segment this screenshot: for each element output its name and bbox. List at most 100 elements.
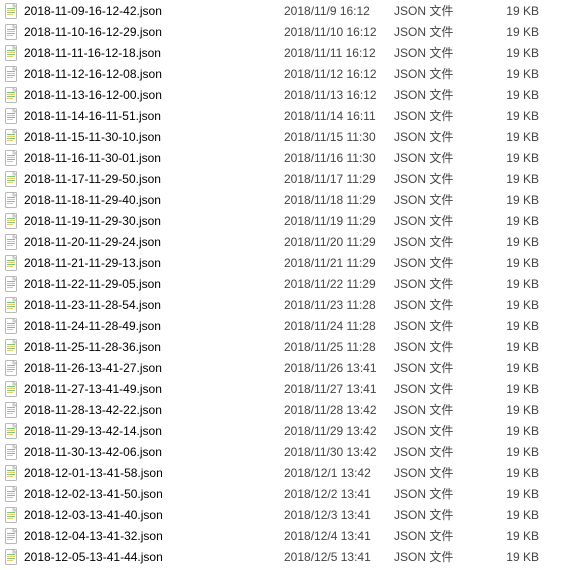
file-name: 2018-11-29-13-42-14.json — [24, 424, 162, 438]
file-row[interactable]: 2018-11-21-11-29-13.json2018/11/21 11:29… — [0, 252, 587, 273]
file-name: 2018-11-26-13-41-27.json — [24, 361, 162, 375]
file-name: 2018-11-20-11-29-24.json — [24, 235, 161, 249]
file-name-cell[interactable]: 2018-11-09-16-12-42.json — [4, 3, 284, 19]
json-file-icon — [4, 423, 20, 439]
file-name-cell[interactable]: 2018-11-19-11-29-30.json — [4, 213, 284, 229]
file-name-cell[interactable]: 2018-12-03-13-41-40.json — [4, 507, 284, 523]
file-row[interactable]: 2018-11-23-11-28-54.json2018/11/23 11:28… — [0, 294, 587, 315]
file-row[interactable]: 2018-11-26-13-41-27.json 2018/11/26 13:41… — [0, 357, 587, 378]
file-name: 2018-11-17-11-29-50.json — [24, 172, 161, 186]
file-name: 2018-12-02-13-41-50.json — [24, 487, 163, 501]
file-name-cell[interactable]: 2018-11-10-16-12-29.json — [4, 24, 284, 40]
file-date: 2018/11/12 16:12 — [284, 67, 394, 81]
file-row[interactable]: 2018-11-14-16-11-51.json2018/11/14 16:11… — [0, 105, 587, 126]
file-size: 19 KB — [489, 277, 549, 291]
file-row[interactable]: 2018-11-28-13-42-22.json2018/11/28 13:42… — [0, 399, 587, 420]
file-size: 19 KB — [489, 508, 549, 522]
file-name-cell[interactable]: 2018-11-20-11-29-24.json — [4, 234, 284, 250]
json-file-icon — [4, 318, 20, 334]
file-row[interactable]: 2018-11-11-16-12-18.json2018/11/11 16:12… — [0, 42, 587, 63]
file-row[interactable]: 2018-11-24-11-28-49.json2018/11/24 11:28… — [0, 315, 587, 336]
file-name: 2018-11-09-16-12-42.json — [24, 4, 162, 18]
file-name-cell[interactable]: 2018-11-11-16-12-18.json — [4, 45, 284, 61]
json-file-icon — [4, 276, 20, 292]
file-row[interactable]: 2018-11-22-11-29-05.json2018/11/22 11:29… — [0, 273, 587, 294]
file-name: 2018-11-23-11-28-54.json — [24, 298, 161, 312]
file-row[interactable]: 2018-11-29-13-42-14.json 2018/11/29 13:42… — [0, 420, 587, 441]
file-name-cell[interactable]: 2018-11-17-11-29-50.json — [4, 171, 284, 187]
file-name-cell[interactable]: 2018-11-25-11-28-36.json — [4, 339, 284, 355]
file-row[interactable]: 2018-11-27-13-41-49.json2018/11/27 13:41… — [0, 378, 587, 399]
file-name-cell[interactable]: 2018-11-30-13-42-06.json — [4, 444, 284, 460]
file-name-cell[interactable]: 2018-11-22-11-29-05.json — [4, 276, 284, 292]
file-name-cell[interactable]: 2018-11-21-11-29-13.json — [4, 255, 284, 271]
json-file-icon — [4, 507, 20, 523]
file-date: 2018/11/11 16:12 — [284, 46, 394, 60]
file-size: 19 KB — [489, 235, 549, 249]
file-type: JSON 文件 — [394, 44, 489, 61]
file-name: 2018-11-19-11-29-30.json — [24, 214, 161, 228]
file-row[interactable]: 2018-12-04-13-41-32.json2018/12/4 13:41J… — [0, 525, 587, 546]
file-date: 2018/12/3 13:41 — [284, 508, 394, 522]
file-row[interactable]: 2018-12-01-13-41-58.json2018/12/1 13:42J… — [0, 462, 587, 483]
json-file-icon — [4, 213, 20, 229]
file-name-cell[interactable]: 2018-11-18-11-29-40.json — [4, 192, 284, 208]
file-size: 19 KB — [489, 256, 549, 270]
file-row[interactable]: 2018-11-13-16-12-00.json 2018/11/13 16:12… — [0, 84, 587, 105]
file-name: 2018-11-10-16-12-29.json — [24, 25, 162, 39]
file-row[interactable]: 2018-11-16-11-30-01.json2018/11/16 11:30… — [0, 147, 587, 168]
file-name: 2018-11-24-11-28-49.json — [24, 319, 161, 333]
file-row[interactable]: 2018-11-20-11-29-24.json2018/11/20 11:29… — [0, 231, 587, 252]
file-name: 2018-11-13-16-12-00.json — [24, 88, 162, 102]
file-size: 19 KB — [489, 25, 549, 39]
file-date: 2018/11/26 13:41 — [284, 361, 394, 375]
file-date: 2018/11/21 11:29 — [284, 256, 394, 270]
file-date: 2018/11/29 13:42 — [284, 424, 394, 438]
file-name-cell[interactable]: 2018-11-13-16-12-00.json — [4, 87, 284, 103]
file-name-cell[interactable]: 2018-11-27-13-41-49.json — [4, 381, 284, 397]
json-file-icon — [4, 234, 20, 250]
file-row[interactable]: 2018-11-30-13-42-06.json2018/11/30 13:42… — [0, 441, 587, 462]
file-name-cell[interactable]: 2018-11-26-13-41-27.json — [4, 360, 284, 376]
file-row[interactable]: 2018-11-19-11-29-30.json2018/11/19 11:29… — [0, 210, 587, 231]
file-size: 19 KB — [489, 361, 549, 375]
file-name-cell[interactable]: 2018-11-28-13-42-22.json — [4, 402, 284, 418]
file-row[interactable]: 2018-12-05-13-41-44.json2018/12/5 13:41J… — [0, 546, 587, 567]
file-type: JSON 文件 — [394, 380, 489, 397]
file-size: 19 KB — [489, 67, 549, 81]
file-row[interactable]: 2018-11-17-11-29-50.json2018/11/17 11:29… — [0, 168, 587, 189]
file-row[interactable]: 2018-11-09-16-12-42.json2018/11/9 16:12J… — [0, 0, 587, 21]
file-date: 2018/11/10 16:12 — [284, 25, 394, 39]
file-date: 2018/11/13 16:12 — [284, 88, 394, 102]
file-row[interactable]: 2018-12-03-13-41-40.json2018/12/3 13:41J… — [0, 504, 587, 525]
file-name-cell[interactable]: 2018-11-16-11-30-01.json — [4, 150, 284, 166]
file-row[interactable]: 2018-11-18-11-29-40.json2018/11/18 11:29… — [0, 189, 587, 210]
file-name-cell[interactable]: 2018-11-29-13-42-14.json — [4, 423, 284, 439]
file-name: 2018-12-01-13-41-58.json — [24, 466, 163, 480]
file-name: 2018-12-04-13-41-32.json — [24, 529, 163, 543]
file-name-cell[interactable]: 2018-11-14-16-11-51.json — [4, 108, 284, 124]
file-name-cell[interactable]: 2018-12-05-13-41-44.json — [4, 549, 284, 565]
file-name-cell[interactable]: 2018-11-23-11-28-54.json — [4, 297, 284, 313]
file-name: 2018-11-15-11-30-10.json — [24, 130, 161, 144]
file-size: 19 KB — [489, 340, 549, 354]
file-row[interactable]: 2018-11-15-11-30-10.json2018/11/15 11:30… — [0, 126, 587, 147]
file-name-cell[interactable]: 2018-12-02-13-41-50.json — [4, 486, 284, 502]
file-type: JSON 文件 — [394, 527, 489, 544]
file-type: JSON 文件 — [394, 23, 489, 40]
file-size: 19 KB — [489, 214, 549, 228]
file-row[interactable]: 2018-11-12-16-12-08.json2018/11/12 16:12… — [0, 63, 587, 84]
file-row[interactable]: 2018-11-10-16-12-29.json 2018/11/10 16:12… — [0, 21, 587, 42]
file-type: JSON 文件 — [394, 464, 489, 481]
file-name-cell[interactable]: 2018-11-12-16-12-08.json — [4, 66, 284, 82]
file-date: 2018/11/16 11:30 — [284, 151, 394, 165]
file-name-cell[interactable]: 2018-12-01-13-41-58.json — [4, 465, 284, 481]
file-name-cell[interactable]: 2018-11-24-11-28-49.json — [4, 318, 284, 334]
json-file-icon — [4, 150, 20, 166]
file-list: 2018-11-09-16-12-42.json2018/11/9 16:12J… — [0, 0, 587, 567]
file-size: 19 KB — [489, 424, 549, 438]
file-name-cell[interactable]: 2018-11-15-11-30-10.json — [4, 129, 284, 145]
file-name-cell[interactable]: 2018-12-04-13-41-32.json — [4, 528, 284, 544]
file-row[interactable]: 2018-12-02-13-41-50.json2018/12/2 13:41J… — [0, 483, 587, 504]
file-row[interactable]: 2018-11-25-11-28-36.json2018/11/25 11:28… — [0, 336, 587, 357]
